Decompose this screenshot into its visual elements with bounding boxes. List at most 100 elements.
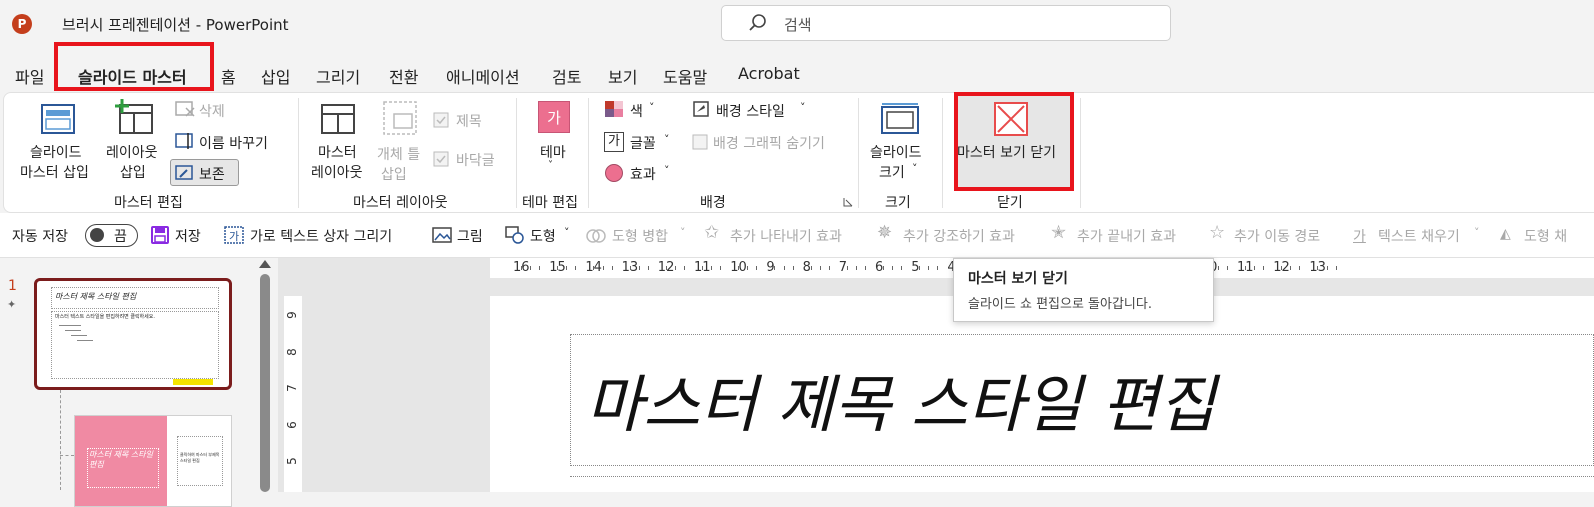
picture-icon — [432, 227, 452, 243]
title-checkbox[interactable] — [433, 112, 449, 128]
ruler-minor-tick — [1226, 266, 1228, 270]
hide-background-checkbox[interactable] — [692, 134, 708, 150]
search-icon — [749, 14, 766, 31]
ruler-tick: 8 — [802, 260, 811, 275]
tab-help[interactable]: 도움말 — [663, 64, 707, 88]
slide-size-dropdown-icon[interactable]: ˅ — [912, 162, 918, 175]
tooltip-title: 마스터 보기 닫기 — [968, 271, 1068, 287]
ruler-tick: 5 — [911, 260, 920, 275]
effects-button[interactable]: 효과 — [630, 164, 656, 184]
save-icon[interactable] — [151, 226, 169, 244]
themes-dropdown-icon[interactable]: ˅ — [548, 160, 553, 171]
pin-icon: ✦ — [7, 298, 17, 311]
ruler-minor-tick — [557, 266, 559, 270]
tab-transitions[interactable]: 전환 — [389, 64, 418, 88]
colors-icon — [605, 101, 623, 117]
powerpoint-logo-icon: P — [12, 14, 32, 34]
insert-placeholder-icon — [383, 101, 417, 135]
shapes-button[interactable]: 도형 — [530, 226, 556, 246]
emphasis-effects-button[interactable]: 추가 강조하기 효과 — [903, 226, 1015, 246]
insert-slide-master-icon — [41, 104, 75, 134]
ruler-minor-tick — [846, 266, 848, 270]
shapes-dropdown-icon[interactable]: ˅ — [564, 226, 570, 239]
save-button[interactable]: 저장 — [175, 226, 201, 246]
fonts-dropdown-icon[interactable]: ˅ — [664, 133, 670, 146]
thumbnail-scrollbar[interactable] — [260, 274, 270, 492]
insert-layout-label2[interactable]: 삽입 — [120, 162, 146, 182]
merge-shapes-button[interactable]: 도형 병합 — [612, 226, 668, 246]
dialog-launcher-icon[interactable] — [843, 197, 853, 207]
insert-layout-button[interactable]: 레이아웃 — [106, 142, 158, 162]
ruler-minor-tick — [575, 266, 577, 270]
master-slide-thumbnail[interactable]: 마스터 제목 스타일 편집 마스터 텍스트 스타일을 편집하려면 클릭하세요. — [34, 278, 232, 390]
ruler-minor-tick — [593, 266, 595, 270]
group-separator — [298, 98, 299, 208]
text-fill-icon: 가 — [1353, 229, 1366, 245]
ruler-tick: 6 — [284, 420, 299, 429]
motion-paths-button[interactable]: 추가 이동 경로 — [1234, 226, 1320, 246]
background-styles-dropdown-icon[interactable]: ˅ — [800, 101, 806, 114]
tab-file[interactable]: 파일 — [15, 64, 44, 88]
slide-size-icon — [881, 103, 919, 134]
rename-button[interactable]: 이름 바꾸기 — [199, 133, 268, 153]
scroll-up-arrow-icon[interactable] — [259, 260, 271, 268]
colors-dropdown-icon[interactable]: ˅ — [649, 101, 655, 114]
thumb2-body: 클릭하여 마스터 부제목 스타일 편집 — [180, 452, 220, 463]
ruler-minor-tick — [774, 266, 776, 270]
highlight-box-close-master — [954, 92, 1074, 191]
ruler-minor-tick — [928, 266, 930, 270]
merge-shapes-dropdown-icon[interactable]: ˅ — [680, 226, 686, 239]
master-layout-label2[interactable]: 레이아웃 — [311, 162, 363, 182]
slide-title[interactable]: 마스터 제목 스타일 편집 — [586, 354, 1216, 444]
themes-button[interactable]: 테마 — [540, 142, 566, 162]
entrance-effects-button[interactable]: 추가 나타내기 효과 — [730, 226, 842, 246]
delete-button[interactable]: 삭제 — [199, 101, 225, 121]
ruler-tick: 7 — [838, 260, 848, 275]
master-layout-button[interactable]: 마스터 — [318, 142, 357, 162]
fonts-button[interactable]: 글꼴 — [630, 133, 656, 153]
title-checkbox-label: 제목 — [456, 114, 482, 130]
text-fill-dropdown-icon[interactable]: ˅ — [1474, 226, 1480, 239]
ruler-tick-labels: 9 8 7 6 5 — [284, 296, 302, 492]
tab-insert[interactable]: 삽입 — [261, 64, 290, 88]
slide-size-label2[interactable]: 크기 — [879, 162, 905, 182]
themes-icon: 가 — [538, 101, 570, 133]
tab-acrobat[interactable]: Acrobat — [738, 64, 800, 83]
ruler-minor-tick — [711, 266, 713, 270]
shape-fill-button[interactable]: 도형 채 — [1524, 226, 1567, 246]
tab-review[interactable]: 검토 — [552, 64, 581, 88]
tooltip-description: 슬라이드 쇼 편집으로 돌아갑니다. — [968, 297, 1152, 312]
background-styles-button[interactable]: 배경 스타일 — [716, 101, 785, 121]
insert-placeholder-button[interactable]: 개체 틀 — [377, 144, 420, 164]
body-placeholder[interactable] — [570, 476, 1594, 497]
slide-size-button[interactable]: 슬라이드 — [870, 142, 922, 162]
draw-textbox-button[interactable]: 가로 텍스트 상자 그리기 — [250, 226, 392, 246]
colors-button[interactable]: 색 — [630, 101, 643, 121]
merge-shapes-icon — [586, 229, 606, 243]
layout-slide-thumbnail[interactable]: 마스터 제목 스타일 편집 클릭하여 마스터 부제목 스타일 편집 — [74, 415, 232, 507]
ruler-minor-tick — [1317, 266, 1319, 270]
tab-view[interactable]: 보기 — [608, 64, 637, 88]
shape-fill-icon: ◭ — [1500, 226, 1511, 242]
effects-dropdown-icon[interactable]: ˅ — [664, 164, 670, 177]
layout-connector — [60, 390, 62, 490]
insert-slide-master-button[interactable]: 슬라이드 — [30, 142, 82, 162]
picture-button[interactable]: 그림 — [457, 226, 483, 246]
ruler-minor-tick — [810, 266, 812, 270]
insert-placeholder-label2[interactable]: 삽입 — [381, 164, 407, 184]
tab-draw[interactable]: 그리기 — [316, 64, 360, 88]
ruler-minor-tick — [738, 266, 740, 270]
ruler-tick: 9 — [284, 311, 299, 319]
text-fill-button[interactable]: 텍스트 채우기 — [1378, 226, 1460, 246]
exit-effects-button[interactable]: 추가 끝내기 효과 — [1077, 226, 1176, 246]
tab-animations[interactable]: 애니메이션 — [446, 64, 520, 88]
tab-home[interactable]: 홈 — [221, 64, 236, 88]
ruler-minor-tick — [747, 266, 749, 270]
search-box[interactable]: 검색 — [721, 5, 1171, 41]
title-bar: P 브러시 프레젠테이션 - PowerPoint 검색 — [0, 0, 1594, 50]
footer-checkbox[interactable] — [433, 151, 449, 167]
thumb-body: 마스터 텍스트 스타일을 편집하려면 클릭하세요. — [55, 314, 155, 320]
pin-icon — [175, 165, 193, 180]
insert-slide-master-label2[interactable]: 마스터 삽입 — [20, 162, 89, 182]
autosave-toggle[interactable]: 끔 — [85, 224, 138, 247]
